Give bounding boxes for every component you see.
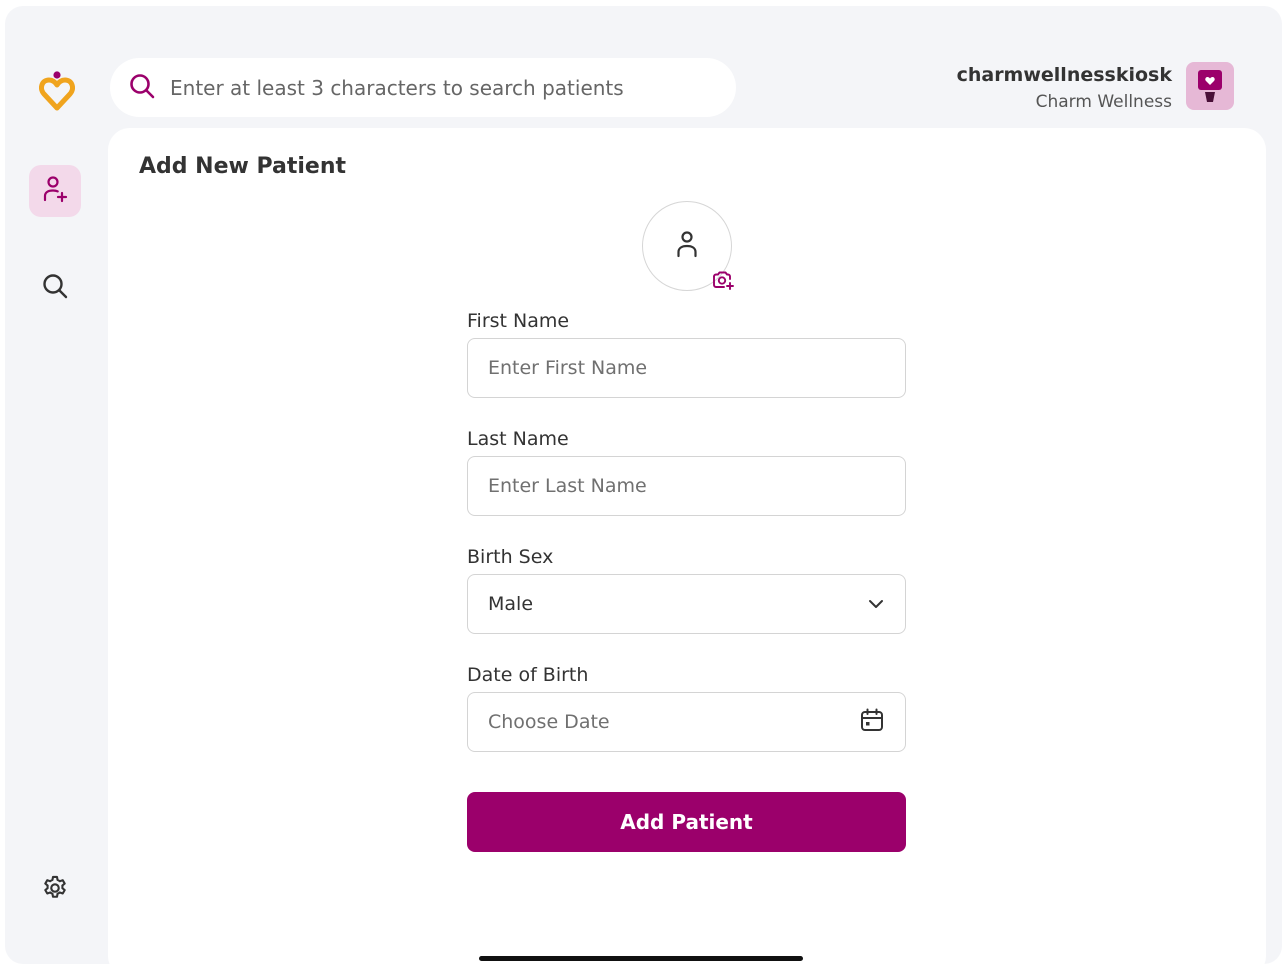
home-indicator bbox=[479, 956, 803, 961]
search-icon bbox=[128, 72, 156, 104]
first-name-label: First Name bbox=[467, 310, 570, 332]
last-name-field[interactable] bbox=[467, 456, 906, 516]
add-patient-icon bbox=[42, 175, 68, 207]
kiosk-icon bbox=[1198, 70, 1222, 102]
user-organization: Charm Wellness bbox=[1035, 92, 1172, 112]
birth-sex-label: Birth Sex bbox=[467, 546, 554, 568]
avatar[interactable] bbox=[1186, 62, 1234, 110]
person-icon bbox=[676, 230, 698, 262]
gear-icon bbox=[41, 874, 69, 906]
user-profile[interactable]: charmwellnesskiosk Charm Wellness bbox=[914, 62, 1234, 118]
charm-heart-logo bbox=[39, 68, 75, 112]
last-name-input[interactable] bbox=[488, 475, 885, 497]
last-name-label: Last Name bbox=[467, 428, 569, 450]
calendar-icon[interactable] bbox=[859, 707, 885, 737]
dob-label: Date of Birth bbox=[467, 664, 589, 686]
app-screen: charmwellnesskiosk Charm Wellness Add Ne… bbox=[5, 6, 1282, 964]
dob-placeholder: Choose Date bbox=[488, 711, 610, 733]
patient-search-bar[interactable] bbox=[110, 58, 736, 117]
birth-sex-value: Male bbox=[488, 593, 534, 615]
nav-add-patient-button[interactable] bbox=[29, 165, 81, 217]
page-title: Add New Patient bbox=[139, 154, 347, 179]
camera-add-icon[interactable] bbox=[711, 268, 735, 292]
search-icon bbox=[41, 272, 69, 304]
first-name-input[interactable] bbox=[488, 357, 885, 379]
birth-sex-select[interactable]: Male bbox=[467, 574, 906, 634]
nav-settings-button[interactable] bbox=[29, 864, 81, 916]
patient-search-input[interactable] bbox=[170, 75, 690, 100]
nav-search-button[interactable] bbox=[29, 262, 81, 314]
add-patient-card: Add New Patient First Name La bbox=[108, 128, 1266, 964]
chevron-down-icon bbox=[867, 595, 885, 614]
dob-field[interactable]: Choose Date bbox=[467, 692, 906, 752]
user-name: charmwellnesskiosk bbox=[956, 64, 1172, 86]
add-patient-button[interactable]: Add Patient bbox=[467, 792, 906, 852]
first-name-field[interactable] bbox=[467, 338, 906, 398]
